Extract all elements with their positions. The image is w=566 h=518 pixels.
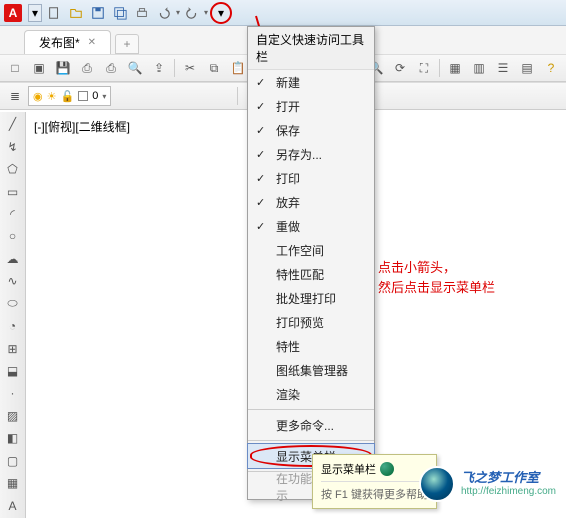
watermark-logo-icon [419,466,455,502]
polygon-icon[interactable]: ⬠ [2,159,24,179]
prop-icon[interactable]: ☰ [492,57,514,79]
block-icon[interactable]: ⊞ [2,338,24,358]
sheet-icon[interactable]: ▦ [444,57,466,79]
tab-add-button[interactable]: + [115,34,139,54]
layer-mgr-icon[interactable]: ≣ [4,85,26,107]
qat-customize-menu: 自定义快速访问工具栏 ✓新建 ✓打开 ✓保存 ✓另存为... ✓打印 ✓放弃 ✓… [247,26,375,500]
tab-title: 发布图* [39,34,80,51]
menu-item-new[interactable]: ✓新建 [248,70,374,94]
menu-item-undo[interactable]: ✓放弃 [248,190,374,214]
menu-header: 自定义快速访问工具栏 [248,27,374,70]
menu-item-workspace[interactable]: 工作空间 [248,238,374,262]
menu-item-more[interactable]: 更多命令... [248,413,374,437]
spline-icon[interactable]: ∿ [2,271,24,291]
check-icon: ✓ [256,220,265,233]
tab-active[interactable]: 发布图* ✕ [24,30,111,54]
qat-redo-icon[interactable] [182,3,202,23]
qat-save-icon[interactable] [88,3,108,23]
help-icon[interactable]: ? [540,57,562,79]
menu-item-preview[interactable]: 打印预览 [248,310,374,334]
check-icon: ✓ [256,124,265,137]
app-logo-icon: A [4,4,22,22]
ellipsearc-icon[interactable]: ◔ [2,316,24,336]
save-icon[interactable]: 💾 [52,57,74,79]
insert-icon[interactable]: ⬓ [2,361,24,381]
table-icon[interactable]: ▦ [2,473,24,493]
title-bar: A ▾ ▾ ▾ ▾ [0,0,566,26]
menu-divider [248,440,374,441]
qat-saveas-icon[interactable] [110,3,130,23]
menu-item-batchplot[interactable]: 批处理打印 [248,286,374,310]
ellipse-icon[interactable]: ⬭ [2,294,24,314]
menu-item-properties[interactable]: 特性 [248,334,374,358]
menu-item-sheetset[interactable]: 图纸集管理器 [248,358,374,382]
qat-open-icon[interactable] [66,3,86,23]
menu-item-saveas[interactable]: ✓另存为... [248,142,374,166]
circle-icon[interactable]: ○ [2,226,24,246]
chevron-down-icon: ▾ [102,92,106,101]
tab-close-icon[interactable]: ✕ [88,37,96,48]
watermark-name: 飞之梦工作室 [461,470,556,486]
watermark-url: http://feizhimeng.com [461,486,556,498]
paste-icon[interactable]: 📋 [227,57,249,79]
open-icon[interactable]: ▣ [28,57,50,79]
viewport-label[interactable]: [-][俯视][二维线框] [34,118,130,135]
check-icon: ✓ [256,196,265,209]
polyline-icon[interactable]: ↯ [2,136,24,156]
lock-icon: 🔓 [60,90,74,103]
saveall-icon[interactable]: ⎙ [76,57,98,79]
annotation-text: 点击小箭头， 然后点击显示菜单栏 [378,258,495,297]
bulb-icon: ◉ [33,90,43,103]
preview-icon[interactable]: 🔍 [124,57,146,79]
qat-print-icon[interactable] [132,3,152,23]
cut-icon[interactable]: ✂ [179,57,201,79]
menu-item-redo[interactable]: ✓重做 [248,214,374,238]
menu-item-open[interactable]: ✓打开 [248,94,374,118]
zoomext-icon[interactable]: ⛶ [413,57,435,79]
line-icon[interactable]: ╱ [2,114,24,134]
publish-icon[interactable]: ⇪ [148,57,170,79]
menu-divider [248,409,374,410]
draw-toolbar: ╱ ↯ ⬠ ▭ ◜ ○ ☁ ∿ ⬭ ◔ ⊞ ⬓ · ▨ ◧ ▢ ▦ A [0,112,26,518]
tooltip-title: 显示菜单栏 [321,461,376,477]
globe-icon [380,462,394,476]
gradient-icon[interactable]: ◧ [2,428,24,448]
copy-icon[interactable]: ⧉ [203,57,225,79]
check-icon: ✓ [256,172,265,185]
tool-icon[interactable]: ▥ [468,57,490,79]
cmd-icon[interactable]: ▤ [516,57,538,79]
layer-name: 0 [92,90,98,102]
point-icon[interactable]: · [2,383,24,403]
qat-undo-icon[interactable] [154,3,174,23]
menu-item-render[interactable]: 渲染 [248,382,374,406]
watermark: 飞之梦工作室 http://feizhimeng.com [419,466,556,502]
orbit-icon[interactable]: ⟳ [389,57,411,79]
color-swatch [78,91,88,101]
print-icon[interactable]: ⎙ [100,57,122,79]
tooltip-help: 按 F1 键获得更多帮助 [321,481,428,502]
revcloud-icon[interactable]: ☁ [2,249,24,269]
qat-customize-dropdown[interactable]: ▾ [210,2,232,24]
rect-icon[interactable]: ▭ [2,181,24,201]
menu-item-print[interactable]: ✓打印 [248,166,374,190]
menu-item-matchprop[interactable]: 特性匹配 [248,262,374,286]
qat-dropdown-1[interactable]: ▾ [28,4,42,22]
qat-new-icon[interactable] [44,3,64,23]
check-icon: ✓ [256,76,265,89]
plus-icon: + [124,37,131,51]
new-icon[interactable]: □ [4,57,26,79]
check-icon: ✓ [256,148,265,161]
menu-item-save[interactable]: ✓保存 [248,118,374,142]
sun-icon: ☀ [47,90,57,103]
region-icon[interactable]: ▢ [2,451,24,471]
arc-icon[interactable]: ◜ [2,204,24,224]
text-icon[interactable]: A [2,495,24,515]
check-icon: ✓ [256,100,265,113]
hatch-icon[interactable]: ▨ [2,406,24,426]
layer-combo[interactable]: ◉ ☀ 🔓 0 ▾ [28,86,111,106]
